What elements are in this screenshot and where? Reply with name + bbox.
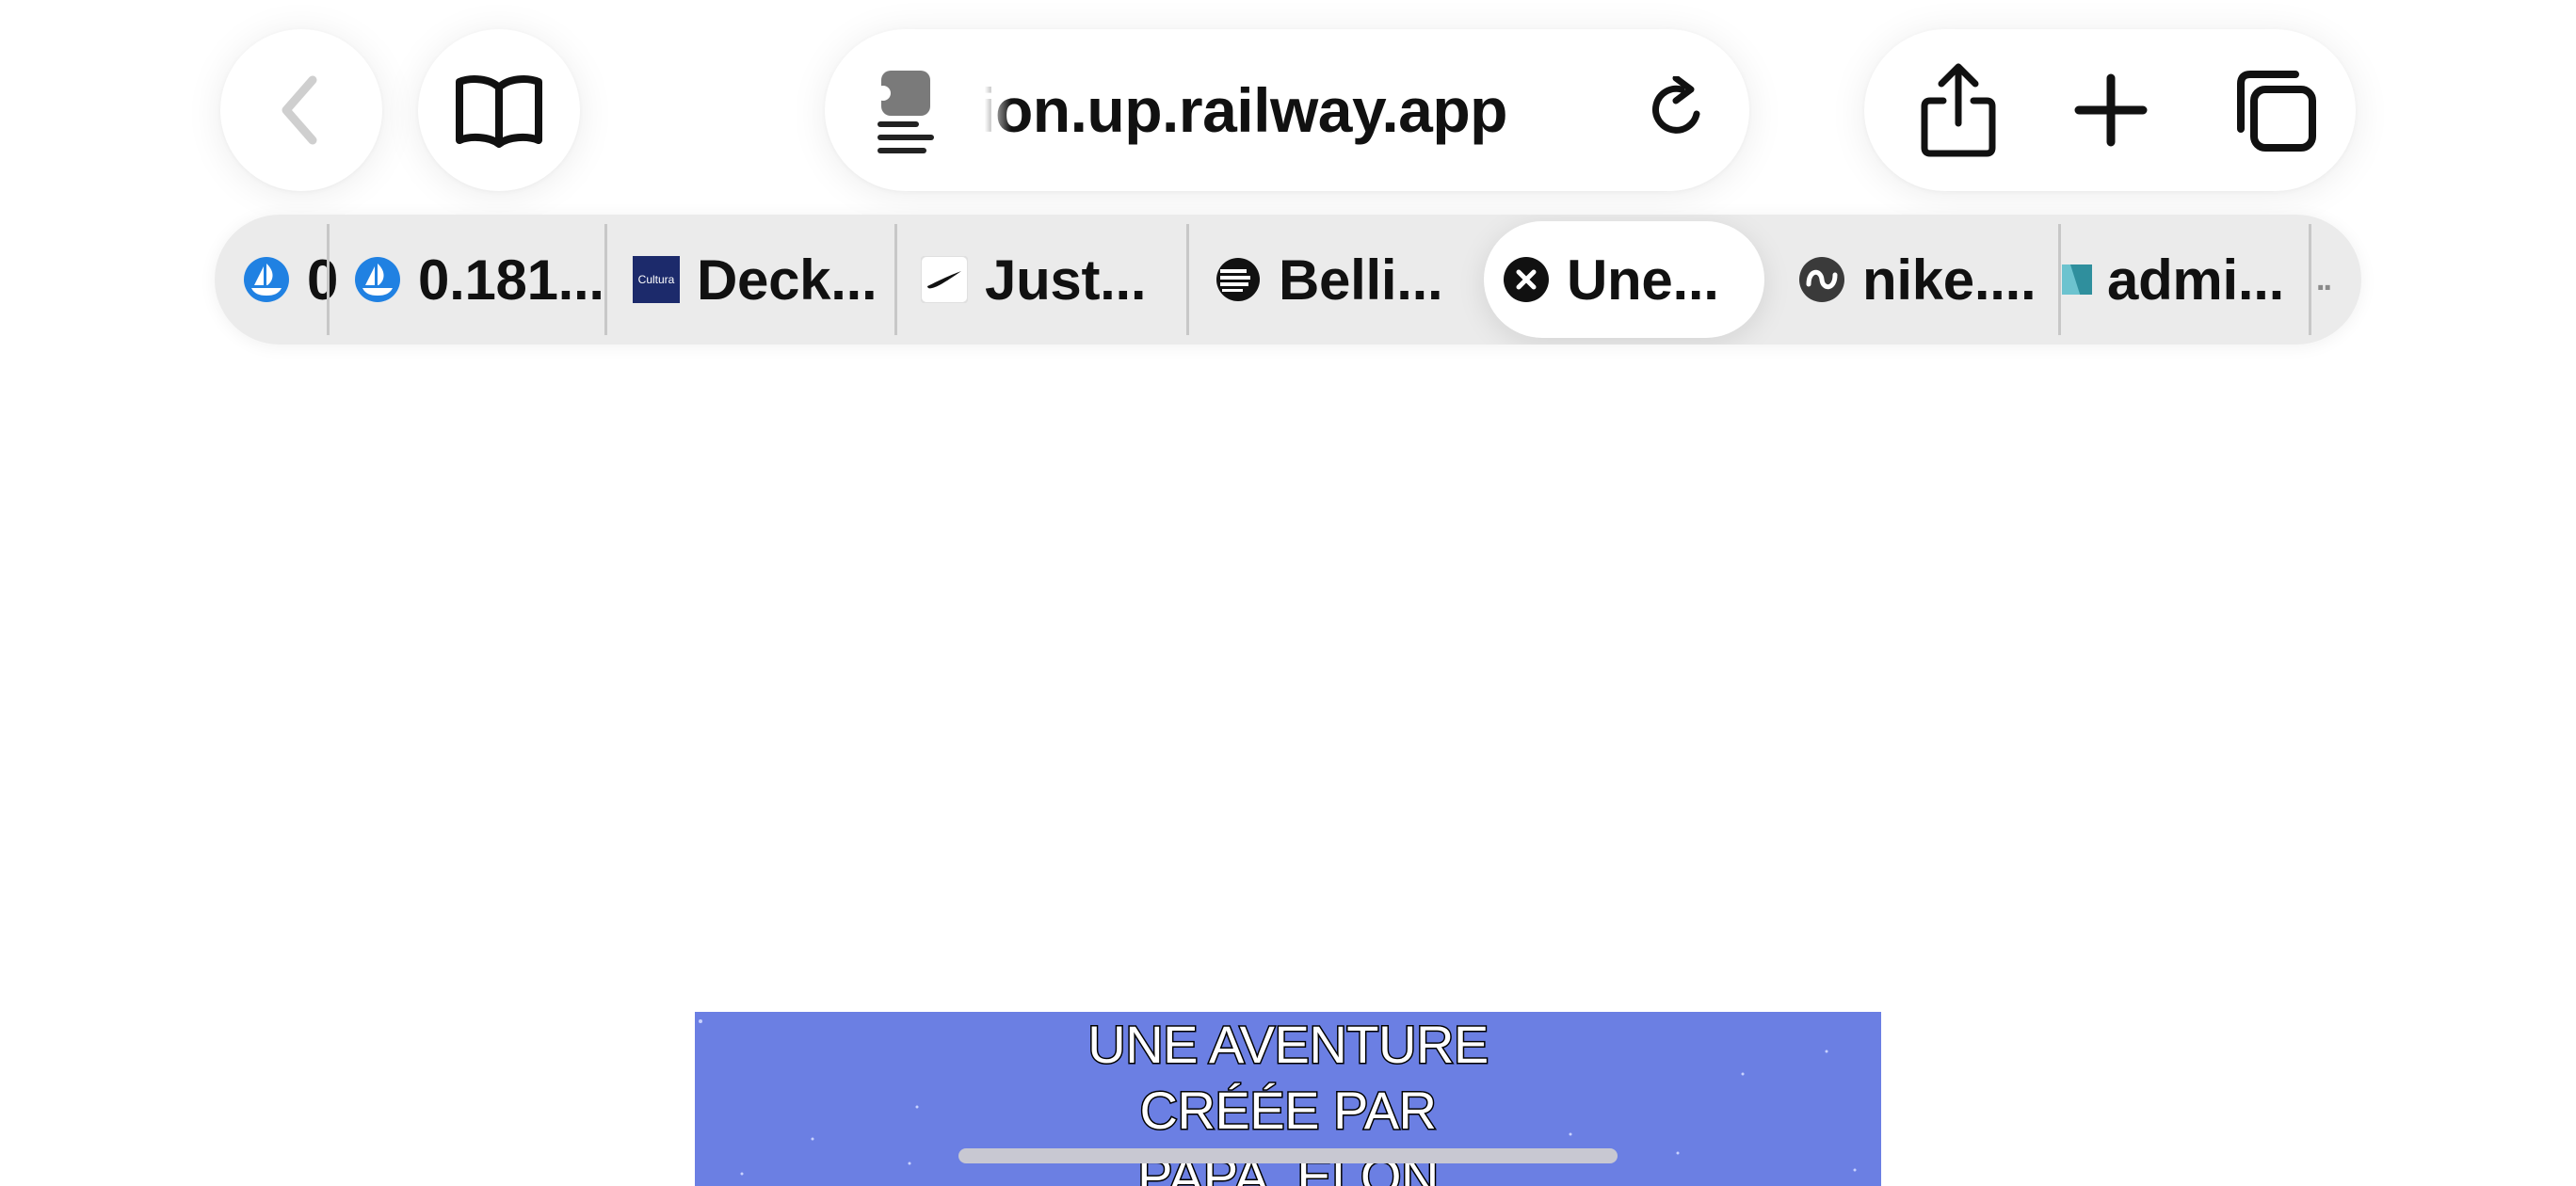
back-button[interactable] xyxy=(220,29,382,191)
open-book-icon xyxy=(456,75,542,148)
tab-divider xyxy=(327,224,330,335)
tab-title: Belli... xyxy=(1279,248,1443,312)
tab-title: admi... xyxy=(2107,248,2284,312)
address-bar[interactable]: uction.up.railway.app xyxy=(825,29,1749,191)
cultura-icon: Cultura xyxy=(633,256,680,303)
share-button[interactable] xyxy=(1911,61,2005,159)
nike-icon xyxy=(921,256,968,303)
tab-item[interactable]: 0 xyxy=(243,215,354,345)
bookmarks-button[interactable] xyxy=(418,29,580,191)
tab-item[interactable]: Just... xyxy=(921,215,1167,345)
tab-item-active[interactable]: Une... xyxy=(1484,221,1764,338)
wave-icon xyxy=(1799,257,1844,302)
tab-title: Une... xyxy=(1567,248,1719,312)
tab-divider xyxy=(604,224,607,335)
new-tab-button[interactable] xyxy=(2073,72,2149,148)
tab-overview-button[interactable] xyxy=(2230,67,2320,153)
tab-item[interactable]: .. xyxy=(2316,215,2361,345)
tab-divider xyxy=(2309,224,2311,335)
globe-lines-icon xyxy=(1216,258,1260,301)
more-icon: .. xyxy=(2316,261,2332,297)
reload-button[interactable] xyxy=(1644,74,1712,144)
tab-item[interactable]: nike.... xyxy=(1798,215,2053,345)
tab-title: Just... xyxy=(985,248,1147,312)
tab-item[interactable]: 0.181... xyxy=(354,215,616,345)
tab-title: Deck... xyxy=(697,248,877,312)
home-indicator[interactable] xyxy=(958,1148,1618,1163)
tab-overview-icon xyxy=(2237,71,2316,152)
page-menu-button[interactable] xyxy=(874,65,949,155)
tab-title: nike.... xyxy=(1862,248,2037,312)
tab-divider xyxy=(2058,224,2061,335)
tab-bar: 0 0.181... Cultura Deck... Just... Belli… xyxy=(215,215,2361,345)
teal-square-icon xyxy=(2062,264,2092,295)
opensea-icon xyxy=(355,257,400,302)
tab-title: 0.181... xyxy=(418,248,604,312)
tab-item[interactable]: Belli... xyxy=(1215,215,1450,345)
action-buttons-group xyxy=(1864,29,2356,191)
tab-divider xyxy=(894,224,897,335)
plus-icon xyxy=(2074,73,2148,147)
page-menu-icon xyxy=(876,71,934,153)
hero-title-line: UNE AVENTURE xyxy=(1087,1014,1490,1076)
chevron-left-icon xyxy=(282,75,317,145)
opensea-icon xyxy=(244,257,289,302)
tab-item[interactable]: admi... xyxy=(2062,215,2305,345)
url-text[interactable]: uction.up.railway.app xyxy=(985,71,1507,150)
share-icon xyxy=(1921,63,1996,157)
svg-text:Cultura: Cultura xyxy=(638,273,675,286)
tab-divider xyxy=(1186,224,1189,335)
tab-title: 0 xyxy=(307,248,339,312)
tab-item[interactable]: Cultura Deck... xyxy=(633,215,879,345)
close-circle-icon[interactable] xyxy=(1503,256,1550,303)
reload-icon xyxy=(1652,74,1700,134)
hero-title-line: CRÉÉE PAR xyxy=(1138,1080,1438,1142)
